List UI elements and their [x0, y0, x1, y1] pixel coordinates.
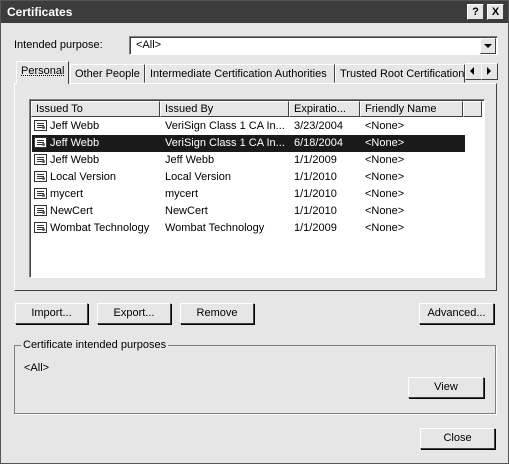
arrow-right-icon [487, 67, 491, 75]
column-header-filler [463, 101, 482, 117]
intended-purposes-group: Certificate intended purposes <All> View [14, 339, 496, 414]
title-bar[interactable]: Certificates ? X [1, 1, 508, 23]
import-button[interactable]: Import... [15, 303, 88, 324]
help-button[interactable]: ? [467, 4, 484, 20]
cell-expiration: 1/1/2010 [294, 205, 337, 217]
intended-purpose-value: <All> [136, 39, 162, 51]
remove-button[interactable]: Remove [180, 303, 254, 324]
column-header-friendly-name[interactable]: Friendly Name [360, 101, 463, 117]
cell-issued-to: Local Version [50, 171, 117, 183]
dropdown-button[interactable] [480, 38, 496, 54]
tab-intermediate-ca[interactable]: Intermediate Certification Authorities [145, 64, 335, 83]
certificate-list[interactable]: Issued To Issued By Expiratio... Friendl… [29, 99, 485, 278]
certificates-dialog: Certificates ? X Intended purpose: <All>… [0, 0, 509, 464]
cell-expiration: 1/1/2010 [294, 171, 337, 183]
certificate-icon [34, 120, 47, 131]
chevron-down-icon [484, 44, 492, 48]
table-row[interactable]: Jeff Webb VeriSign Class 1 CA In... 3/23/2… [32, 118, 465, 135]
cell-issued-by: NewCert [165, 205, 208, 217]
export-button[interactable]: Export... [97, 303, 171, 324]
cell-friendly-name: <None> [365, 154, 405, 166]
cell-friendly-name: <None> [365, 222, 405, 234]
tab-other-people[interactable]: Other People [70, 64, 145, 83]
tab-label: Intermediate Certification Authorities [150, 68, 327, 80]
cell-friendly-name: <None> [365, 188, 405, 200]
certificate-icon [34, 171, 47, 182]
cell-expiration: 3/23/2004 [294, 120, 343, 132]
intended-purpose-label: Intended purpose: [14, 39, 103, 51]
cell-issued-by: Local Version [165, 171, 232, 183]
tab-scroll-left-button[interactable] [465, 63, 482, 80]
column-header-issued-by[interactable]: Issued By [160, 101, 289, 117]
cell-issued-by: VeriSign Class 1 CA In... [165, 120, 285, 132]
intended-purpose-select[interactable]: <All> [129, 36, 498, 55]
close-button[interactable]: Close [420, 428, 495, 449]
cell-issued-to: Jeff Webb [50, 137, 100, 149]
cell-issued-to: Wombat Technology [50, 222, 150, 234]
table-row[interactable]: Jeff Webb VeriSign Class 1 CA In... 6/18/2… [32, 135, 465, 152]
certificate-icon [34, 205, 47, 216]
cell-expiration: 1/1/2010 [294, 188, 337, 200]
cell-issued-to: Jeff Webb [50, 120, 100, 132]
cell-expiration: 1/1/2009 [294, 222, 337, 234]
view-button[interactable]: View [408, 377, 484, 398]
certificate-icon [34, 188, 47, 199]
purposes-value: <All> [24, 362, 50, 374]
table-row[interactable]: Local Version Local Version 1/1/2010 <None> [32, 169, 465, 186]
cell-issued-by: Jeff Webb [165, 154, 215, 166]
advanced-button[interactable]: Advanced... [419, 303, 494, 324]
table-row[interactable]: Wombat Technology Wombat Technology 1/1/20… [32, 220, 465, 237]
table-row[interactable]: Jeff Webb Jeff Webb 1/1/2009 <None> [32, 152, 465, 169]
tab-label: Trusted Root Certification [340, 68, 465, 80]
table-row[interactable]: mycert mycert 1/1/2010 <None> [32, 186, 465, 203]
group-legend: Certificate intended purposes [21, 339, 169, 351]
tab-label: Personal [21, 65, 65, 77]
certificate-icon [34, 222, 47, 233]
tab-scroll-right-button[interactable] [481, 63, 498, 80]
table-row[interactable]: NewCert NewCert 1/1/2010 <None> [32, 203, 465, 220]
certificate-icon [34, 137, 47, 148]
column-header-issued-to[interactable]: Issued To [31, 101, 160, 117]
cell-friendly-name: <None> [365, 137, 405, 149]
window-title: Certificates [7, 5, 73, 19]
cell-friendly-name: <None> [365, 120, 405, 132]
cell-issued-to: Jeff Webb [50, 154, 100, 166]
cell-issued-by: VeriSign Class 1 CA In... [165, 137, 285, 149]
close-window-button[interactable]: X [487, 4, 504, 20]
cell-expiration: 1/1/2009 [294, 154, 337, 166]
certificate-icon [34, 154, 47, 165]
cell-friendly-name: <None> [365, 205, 405, 217]
tab-label: Other People [75, 68, 140, 80]
arrow-left-icon [470, 67, 474, 75]
cell-issued-to: NewCert [50, 205, 93, 217]
cell-expiration: 6/18/2004 [294, 137, 343, 149]
cell-issued-to: mycert [50, 188, 83, 200]
cell-issued-by: Wombat Technology [165, 222, 265, 234]
column-header-expiration[interactable]: Expiratio... [289, 101, 360, 117]
cell-issued-by: mycert [165, 188, 198, 200]
tab-trusted-root[interactable]: Trusted Root Certification [335, 64, 465, 83]
tab-personal[interactable]: Personal [16, 61, 69, 84]
cell-friendly-name: <None> [365, 171, 405, 183]
